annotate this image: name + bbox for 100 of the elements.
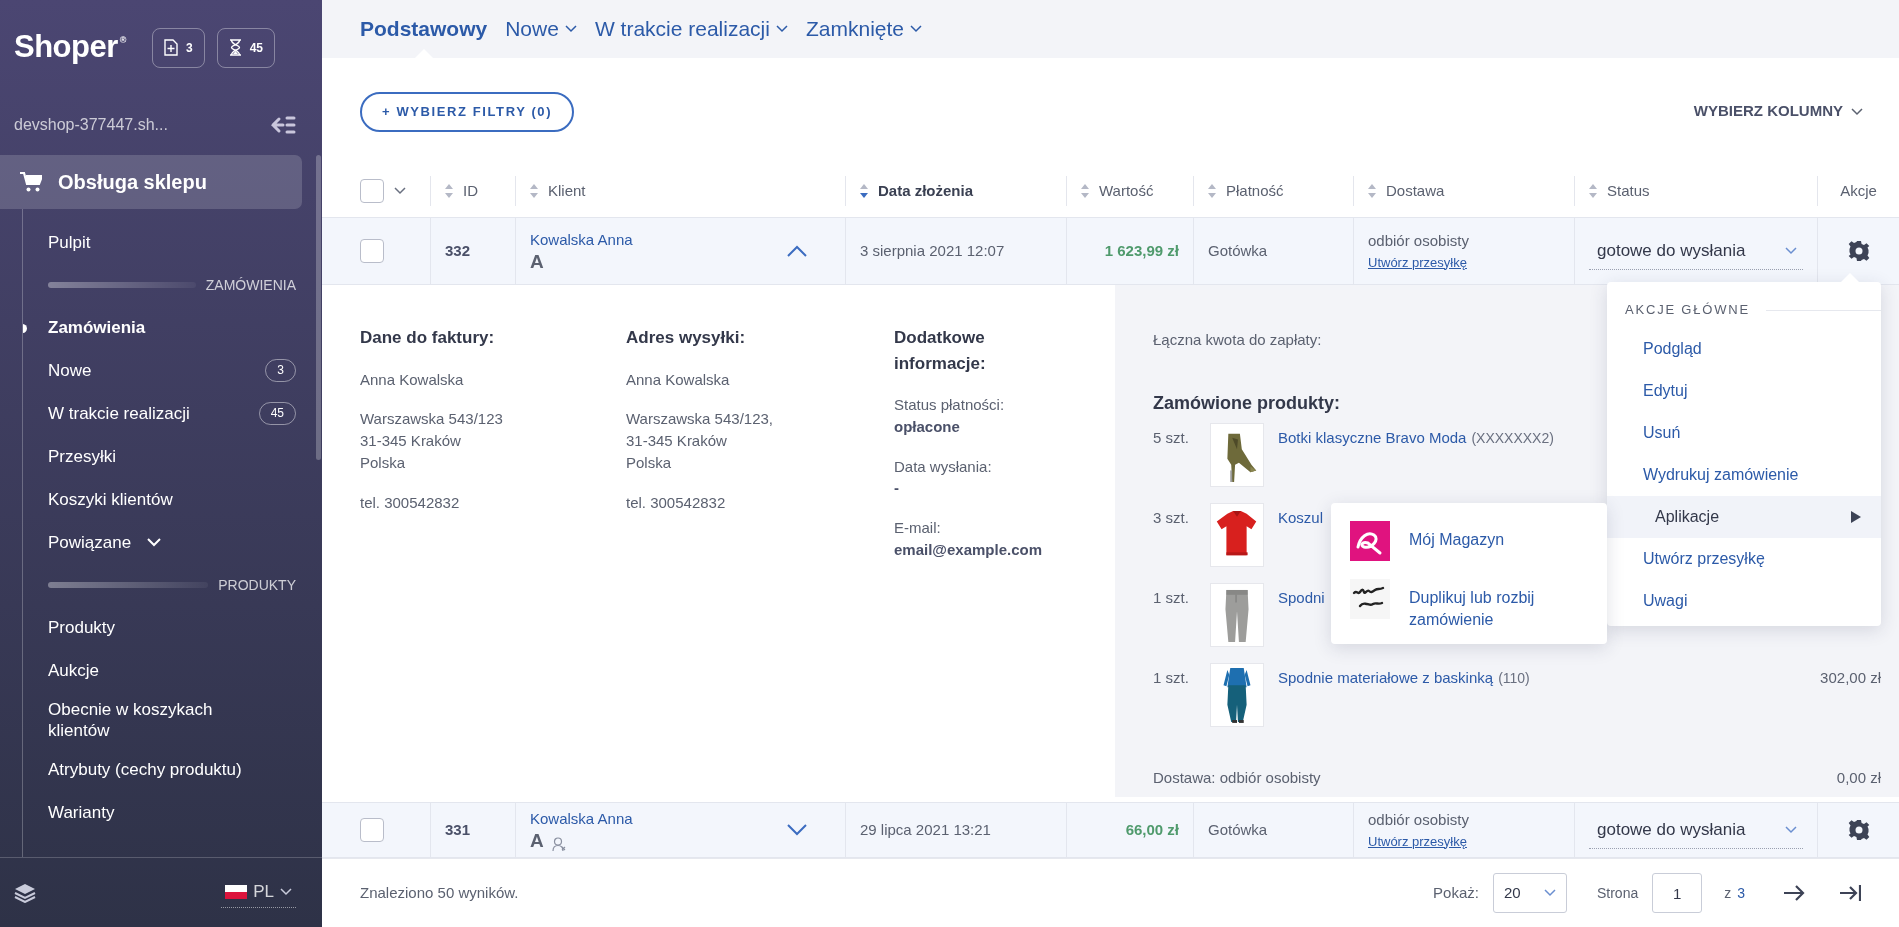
product-code: (110)	[1498, 668, 1530, 688]
product-price: 302,00 zł	[1820, 667, 1881, 688]
menu-item[interactable]: Wydrukuj zamówienie	[1607, 454, 1881, 496]
results-count: Znaleziono 50 wyników.	[360, 882, 519, 903]
columns-button[interactable]: WYBIERZ KOLUMNY	[1693, 100, 1863, 123]
section-heading: ZAMÓWIENIA	[205, 275, 296, 295]
collapse-sidebar-icon[interactable]	[270, 115, 296, 135]
flag-icon	[225, 885, 248, 899]
menu-item[interactable]: Koszyki klientów	[48, 478, 296, 521]
quantity: 5 szt.	[1153, 427, 1190, 448]
submenu-item[interactable]: Mój Magazyn	[1350, 521, 1589, 561]
column-header[interactable]: ID	[463, 179, 478, 203]
settings-icon[interactable]	[1847, 819, 1870, 841]
product-link[interactable]: Botki klasyczne Bravo Moda	[1278, 426, 1467, 449]
column-header[interactable]: Dostawa	[1386, 179, 1445, 203]
status-select[interactable]: gotowe do wysłania	[1589, 231, 1803, 271]
menu-item[interactable]: Atrybuty (cechy produktu)	[48, 748, 296, 791]
client-tag: A	[530, 830, 544, 852]
chevron-icon	[1851, 107, 1863, 116]
last-page-icon[interactable]	[1839, 884, 1861, 902]
client-link[interactable]: Kowalska Anna	[530, 229, 633, 252]
settings-icon[interactable]	[1847, 240, 1870, 262]
field-label: Status płatności:	[894, 395, 1006, 415]
menu-item[interactable]: Usuń	[1607, 412, 1881, 454]
menu-item[interactable]: Aplikacje	[1607, 496, 1881, 538]
column-header[interactable]: Klient	[548, 179, 586, 203]
menu-item[interactable]: Aukcje	[48, 649, 296, 692]
field-label: E-mail:	[894, 518, 942, 538]
product-link[interactable]: Spodni	[1278, 586, 1325, 609]
page-input[interactable]: 1	[1652, 873, 1703, 913]
submenu-item[interactable]: Duplikuj lub rozbij zamówienie	[1350, 579, 1589, 632]
payment-method: Gotówka	[1208, 240, 1268, 261]
quantity: 1 szt.	[1153, 587, 1190, 608]
field-value: opłacone	[894, 416, 961, 437]
delivery-method: odbiór osobisty	[1368, 810, 1469, 830]
page-count-link[interactable]: 3	[1737, 882, 1745, 904]
menu-item-label[interactable]: Nowe	[48, 359, 92, 382]
page-size-label: Pokaż:	[1433, 882, 1479, 903]
status-select[interactable]: gotowe do wysłania	[1589, 810, 1803, 850]
delivery-label: Dostawa: odbiór osobisty	[1153, 767, 1321, 788]
tab[interactable]: W trakcie realizacji	[594, 0, 788, 58]
filter-button[interactable]: + WYBIERZ FILTRY (0)	[360, 91, 575, 132]
tab[interactable]: Zamknięte	[805, 0, 922, 58]
payment-method: Gotówka	[1208, 819, 1268, 840]
menu-item[interactable]: Utwórz przesyłkę	[1607, 538, 1881, 580]
logo: Shoper$^{®}$	[14, 28, 126, 67]
counter-button[interactable]: 3	[151, 27, 205, 68]
row-checkbox[interactable]	[360, 239, 384, 263]
column-header[interactable]: Data złożenia	[878, 179, 974, 203]
menu-item[interactable]: Obecnie w koszykach klientów	[48, 692, 296, 748]
select-all-checkbox[interactable]	[360, 179, 384, 203]
scrollbar[interactable]	[316, 155, 321, 460]
document-plus-icon	[163, 39, 178, 56]
menu-group[interactable]: Powiązane	[48, 531, 162, 554]
product-code: (XXXXXXX2)	[1471, 428, 1554, 448]
product-link[interactable]: Koszul	[1278, 506, 1324, 529]
dropdown-chevron-icon[interactable]	[394, 187, 406, 195]
expand-chevron-icon[interactable]	[787, 824, 807, 836]
menu-item[interactable]: Uwagi	[1607, 580, 1881, 622]
address-text: tel. 300542832	[360, 492, 461, 513]
section-heading: PRODUKTY	[218, 575, 296, 595]
menu-section[interactable]: Obsługa sklepu	[0, 155, 302, 209]
menu-item-label[interactable]: W trakcie realizacji	[48, 402, 190, 425]
column-header[interactable]: Wartość	[1099, 179, 1154, 203]
order-value: 1 623,99 zł	[1104, 240, 1179, 261]
collapse-chevron-icon[interactable]	[787, 245, 807, 257]
row-checkbox[interactable]	[360, 818, 384, 842]
quantity: 3 szt.	[1153, 507, 1190, 528]
layers-icon[interactable]	[14, 882, 36, 903]
address-text: Warszawska 543/123, 31-345 Kraków Polska	[626, 409, 774, 473]
menu-item[interactable]: Warianty	[48, 791, 296, 834]
tab[interactable]: Podstawowy	[360, 0, 488, 58]
client-link[interactable]: Kowalska Anna	[530, 808, 633, 831]
chevron-icon	[1785, 825, 1797, 834]
page-size-select[interactable]: 20	[1492, 873, 1567, 913]
create-shipment-link[interactable]: Utwórz przesyłkę	[1368, 831, 1469, 851]
quantity: 1 szt.	[1153, 667, 1190, 688]
menu-item[interactable]: Pulpit	[48, 221, 296, 264]
address-text: Anna Kowalska	[360, 369, 465, 390]
create-shipment-link[interactable]: Utwórz przesyłkę	[1368, 252, 1469, 272]
column-header[interactable]: Płatność	[1226, 179, 1284, 203]
tab[interactable]: Nowe	[505, 0, 577, 58]
menu-item[interactable]: Produkty	[48, 606, 296, 649]
column-header[interactable]: Status	[1607, 179, 1650, 203]
product-link[interactable]: Spodnie materiałowe z baskinką	[1278, 666, 1494, 689]
sort-descending-icon[interactable]	[860, 184, 868, 198]
menu-item[interactable]: Edytuj	[1607, 370, 1881, 412]
hourglass-icon	[228, 39, 242, 56]
field-value: email@example.com	[894, 539, 1044, 560]
menu-item[interactable]: Podgląd	[1607, 328, 1881, 370]
page-label: Strona	[1596, 883, 1639, 903]
counter-button[interactable]: 45	[216, 27, 275, 68]
menu-item[interactable]: Zamówienia	[48, 306, 296, 349]
next-page-icon[interactable]	[1783, 885, 1805, 901]
language-selector[interactable]: PL	[221, 877, 296, 908]
menu-item[interactable]: Przesyłki	[48, 435, 296, 478]
cart-icon	[20, 172, 42, 192]
chevron-icon	[1543, 889, 1556, 897]
order-id: 331	[445, 819, 471, 840]
shop-name: devshop-377447.sh...	[14, 115, 168, 135]
